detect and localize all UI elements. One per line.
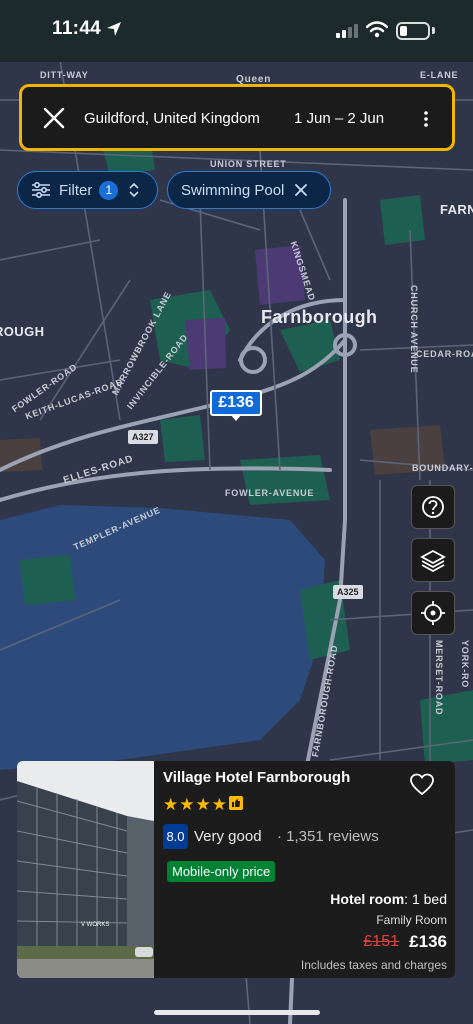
layers-icon [420, 549, 446, 573]
review-score-word: Very good [194, 828, 262, 845]
search-summary-bar[interactable]: Guildford, United Kingdom 1 Jun – 2 Jun [19, 84, 455, 151]
battery-tip [432, 27, 435, 34]
photo-sign-text: V WORKS [81, 922, 109, 928]
thumbs-up-icon [229, 796, 243, 810]
street-label: CEDAR-ROAD [416, 349, 473, 359]
street-label: UNION STREET [210, 159, 287, 169]
road-shield: A327 [128, 430, 158, 444]
street-label: DITT-WAY [40, 70, 89, 80]
swimming-pool-chip[interactable]: Swimming Pool [167, 171, 331, 209]
more-options-icon[interactable] [418, 107, 434, 131]
park-area [160, 415, 205, 462]
park-area [20, 555, 75, 605]
park-area [380, 195, 425, 245]
wifi-icon [366, 21, 388, 38]
current-price: £136 [409, 932, 447, 951]
layers-button[interactable] [411, 538, 455, 582]
status-time: 11:44 [52, 18, 102, 39]
street-label: FOWLER-AVENUE [225, 488, 315, 498]
help-button[interactable] [411, 485, 455, 529]
close-icon[interactable] [42, 106, 66, 130]
locate-me-button[interactable] [411, 591, 455, 635]
locate-icon [421, 601, 445, 625]
battery-icon [396, 22, 430, 40]
search-destination[interactable]: Guildford, United Kingdom [84, 110, 260, 127]
sliders-icon [32, 181, 50, 199]
filter-chip[interactable]: Filter 1 [17, 171, 158, 209]
room-type-beds: : 1 bed [404, 891, 447, 907]
star-rating: ★★★★ [163, 795, 228, 814]
road-shield: A325 [333, 585, 363, 599]
town-label: FARNE [440, 202, 473, 217]
roundabout [239, 346, 267, 374]
room-type: Hotel room: 1 bed [330, 891, 447, 907]
remove-filter-icon[interactable] [294, 183, 308, 197]
price-pin-pointer [230, 414, 242, 421]
hotel-photo[interactable]: V WORKS [17, 761, 154, 978]
hotel-name[interactable]: Village Hotel Farnborough [163, 769, 350, 786]
swimming-pool-chip-label: Swimming Pool [181, 181, 285, 199]
help-icon [422, 496, 444, 518]
review-score-badge: 8.0 [163, 824, 188, 849]
town-label: ROUGH [0, 324, 45, 339]
location-arrow-icon [107, 22, 121, 36]
hotel-card[interactable]: V WORKS Village Hotel Farnborough ★★★★ 8… [17, 761, 455, 978]
search-dates[interactable]: 1 Jun – 2 Jun [294, 110, 384, 127]
original-price: £151 [363, 933, 399, 950]
heart-icon[interactable] [409, 773, 435, 797]
signal-icon [336, 24, 358, 38]
room-type-bold: Hotel room [330, 891, 405, 907]
mobile-only-price-badge: Mobile-only price [167, 861, 276, 882]
review-count: · 1,351 reviews [277, 828, 379, 845]
filter-count-badge: 1 [99, 180, 119, 200]
status-bar: 11:44 [0, 0, 473, 62]
street-label: MERSET-ROAD [434, 640, 444, 716]
filter-chip-label: Filter [59, 181, 93, 199]
street-label: CHURCH AVENUE [409, 285, 419, 374]
home-indicator[interactable] [154, 1010, 320, 1015]
taxes-note: Includes taxes and charges [300, 958, 447, 972]
street-label: BOUNDARY-RO [412, 463, 473, 473]
room-name: Family Room [376, 913, 447, 927]
hotel-building-image: V WORKS [17, 761, 154, 978]
street-label: E-LANE [420, 70, 459, 80]
water-area [0, 505, 325, 770]
town-label: Farnborough [261, 307, 378, 327]
chevron-up-down-icon [129, 182, 139, 198]
street-label: YORK-RO [460, 640, 470, 689]
hotel-price-pin[interactable]: £136 [210, 390, 262, 416]
park-area [420, 690, 473, 765]
